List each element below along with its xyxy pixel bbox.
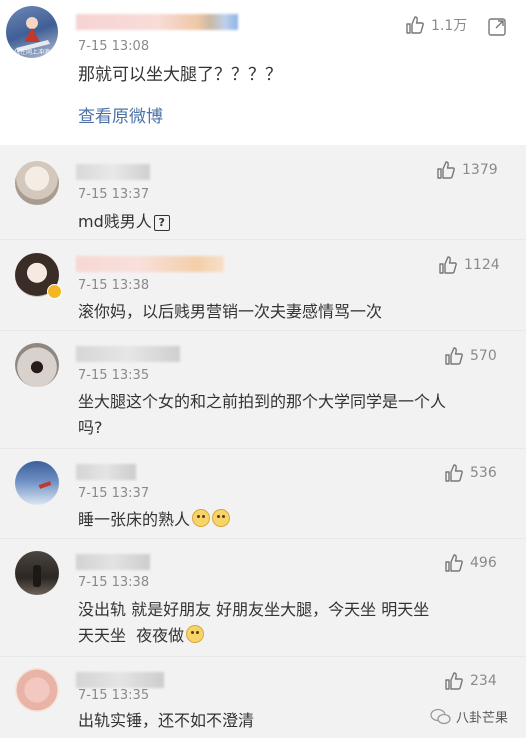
like-button[interactable]: 1124	[438, 255, 500, 275]
reply-time: 7-15 13:37	[78, 187, 150, 202]
reply-text: 睡一张床的熟人	[78, 507, 231, 533]
reply-text: md贱男人?	[78, 209, 170, 235]
like-count: 496	[470, 555, 497, 571]
thumbs-up-icon	[406, 16, 424, 34]
like-count: 234	[470, 673, 497, 689]
question-emoji-icon: ?	[153, 215, 170, 231]
like-button[interactable]: 536	[444, 463, 497, 483]
share-icon[interactable]	[487, 17, 507, 37]
like-count: 1.1万	[431, 18, 468, 34]
username-blurred[interactable]	[76, 346, 180, 362]
verified-badge-icon	[47, 284, 62, 299]
like-button[interactable]: 1379	[436, 160, 498, 180]
like-button[interactable]: 234	[444, 671, 497, 691]
reply-text-line2: 吗?	[78, 418, 103, 437]
like-count: 1124	[464, 257, 500, 273]
username-blurred[interactable]	[76, 464, 136, 480]
watermark: 八卦芒果	[430, 707, 508, 726]
reply-text-body: md贱男人	[78, 212, 152, 231]
avatar-detail	[33, 565, 41, 587]
username-blurred[interactable]	[76, 14, 238, 30]
username-blurred[interactable]	[76, 256, 224, 272]
divider	[0, 239, 526, 240]
avatar[interactable]	[15, 161, 59, 205]
divider	[0, 330, 526, 331]
reply-text-line1: 坐大腿这个女的和之前拍到的那个大学同学是一个人	[78, 392, 447, 411]
doge-emoji-icon	[192, 509, 211, 527]
reply-text-line2: 天天坐 夜夜做	[78, 623, 205, 649]
thumbs-up-icon	[437, 161, 455, 179]
avatar[interactable]	[15, 668, 59, 712]
avatar[interactable]	[15, 551, 59, 595]
divider	[0, 538, 526, 539]
divider	[0, 656, 526, 657]
avatar-detail	[38, 481, 52, 489]
reply-time: 7-15 13:38	[78, 278, 150, 293]
comment-time: 7-15 13:08	[78, 39, 150, 54]
wechat-icon	[430, 708, 451, 724]
username-blurred[interactable]	[76, 164, 150, 180]
reply-text: 出轨实锤，还不如不澄清	[78, 711, 255, 730]
view-original-link[interactable]: 查看原微博	[78, 104, 163, 130]
reply-text-line1: 没出轨 就是好朋友 好朋友坐大腿，今天坐 明天坐	[78, 600, 430, 619]
username-blurred[interactable]	[76, 554, 150, 570]
avatar[interactable]	[15, 343, 59, 387]
reply-time: 7-15 13:37	[78, 486, 150, 501]
shy-emoji-icon	[186, 625, 205, 643]
like-button[interactable]: 1.1万	[405, 15, 467, 35]
doge-emoji-icon	[212, 509, 231, 527]
like-button[interactable]: 496	[444, 553, 497, 573]
watermark-text: 八卦芒果	[456, 711, 509, 726]
reply-time: 7-15 13:35	[78, 688, 150, 703]
reply-time: 7-15 13:38	[78, 575, 150, 590]
reply-text-body: 天天坐 夜夜做	[78, 626, 185, 645]
like-button[interactable]: 570	[444, 346, 497, 366]
like-count: 570	[470, 348, 497, 364]
thumbs-up-icon	[445, 672, 463, 690]
reply-text-body: 睡一张床的熟人	[78, 510, 191, 529]
avatar[interactable]: 坑在网上冲浪	[6, 6, 58, 58]
avatar-caption: 坑在网上冲浪	[13, 49, 50, 56]
thumbs-up-icon	[445, 554, 463, 572]
main-comment-card: 坑在网上冲浪 7-15 13:08 那就可以坐大腿了？？？？ 查看原微博 1.1…	[0, 0, 526, 145]
username-blurred[interactable]	[76, 672, 164, 688]
thumbs-up-icon	[445, 347, 463, 365]
like-count: 536	[470, 465, 497, 481]
thumbs-up-icon	[445, 464, 463, 482]
thumbs-up-icon	[439, 256, 457, 274]
reply-text: 滚你妈，以后贱男营销一次夫妻感情骂一次	[78, 302, 383, 321]
reply-time: 7-15 13:35	[78, 368, 150, 383]
like-count: 1379	[462, 162, 498, 178]
divider	[0, 448, 526, 449]
comment-text: 那就可以坐大腿了？？？？	[78, 65, 282, 85]
avatar[interactable]	[15, 461, 59, 505]
